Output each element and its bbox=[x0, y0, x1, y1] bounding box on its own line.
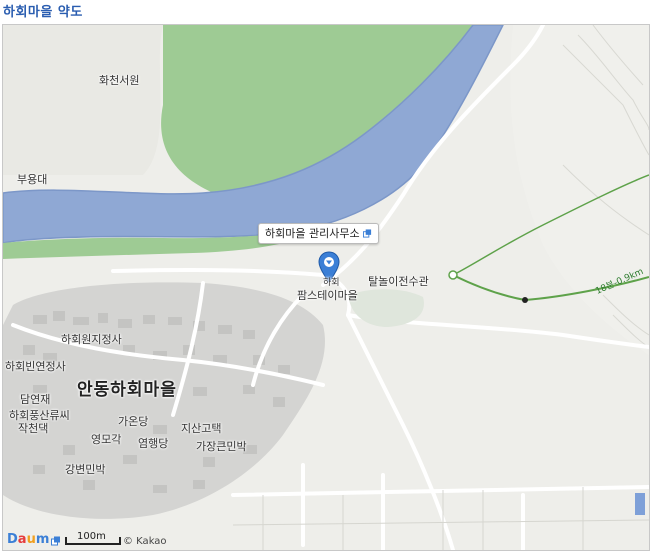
label-yeongmogak[interactable]: 영모각 bbox=[91, 431, 121, 447]
label-talnori-center[interactable]: 탈놀이전수관 bbox=[368, 273, 429, 289]
label-hwacheon-seowon[interactable]: 화천서원 bbox=[99, 72, 139, 88]
trail-start-point bbox=[448, 270, 458, 280]
external-link-icon[interactable] bbox=[362, 229, 372, 238]
label-gangbyeon-minbak[interactable]: 강변민박 bbox=[65, 461, 105, 477]
scale-label: 100m bbox=[77, 531, 106, 542]
label-damyeonjae[interactable]: 담연재 bbox=[20, 391, 50, 407]
copyright-text: © Kakao bbox=[123, 536, 167, 547]
map-footer: Daum 100m © Kakao bbox=[3, 531, 203, 550]
daum-logo[interactable]: Daum bbox=[7, 532, 49, 547]
callout-label: 하회마을 관리사무소 bbox=[265, 227, 360, 240]
map-link-icon[interactable] bbox=[51, 536, 61, 546]
trail-waypoint bbox=[522, 297, 528, 303]
label-jakcheon-daek[interactable]: 작천댁 bbox=[18, 420, 48, 436]
marker-label-farmstay[interactable]: 팜스테이마을 bbox=[297, 287, 358, 303]
label-gaondang[interactable]: 가온당 bbox=[118, 413, 148, 429]
label-andong-hahoe-village[interactable]: 안동하회마을 bbox=[77, 375, 177, 400]
office-callout[interactable]: 하회마을 관리사무소 bbox=[258, 223, 379, 244]
map-view[interactable]: 화천서원 부용대 탈놀이전수관 안동하회마을 하회원지정사 하회빈연정사 담연재… bbox=[2, 24, 650, 551]
label-hahoewon-jijeongsa[interactable]: 하회원지정사 bbox=[61, 331, 122, 347]
label-buyongdae[interactable]: 부용대 bbox=[17, 171, 47, 187]
label-gajang-keun-minbak[interactable]: 가장큰민박 bbox=[196, 438, 247, 454]
label-yeomhaengdang[interactable]: 염행당 bbox=[138, 435, 168, 451]
label-hahoebin-yeonjeongsa[interactable]: 하회빈연정사 bbox=[5, 358, 66, 374]
label-jisan-gotaek[interactable]: 지산고택 bbox=[181, 420, 221, 436]
page-title: 하회마을 약도 bbox=[3, 5, 83, 20]
